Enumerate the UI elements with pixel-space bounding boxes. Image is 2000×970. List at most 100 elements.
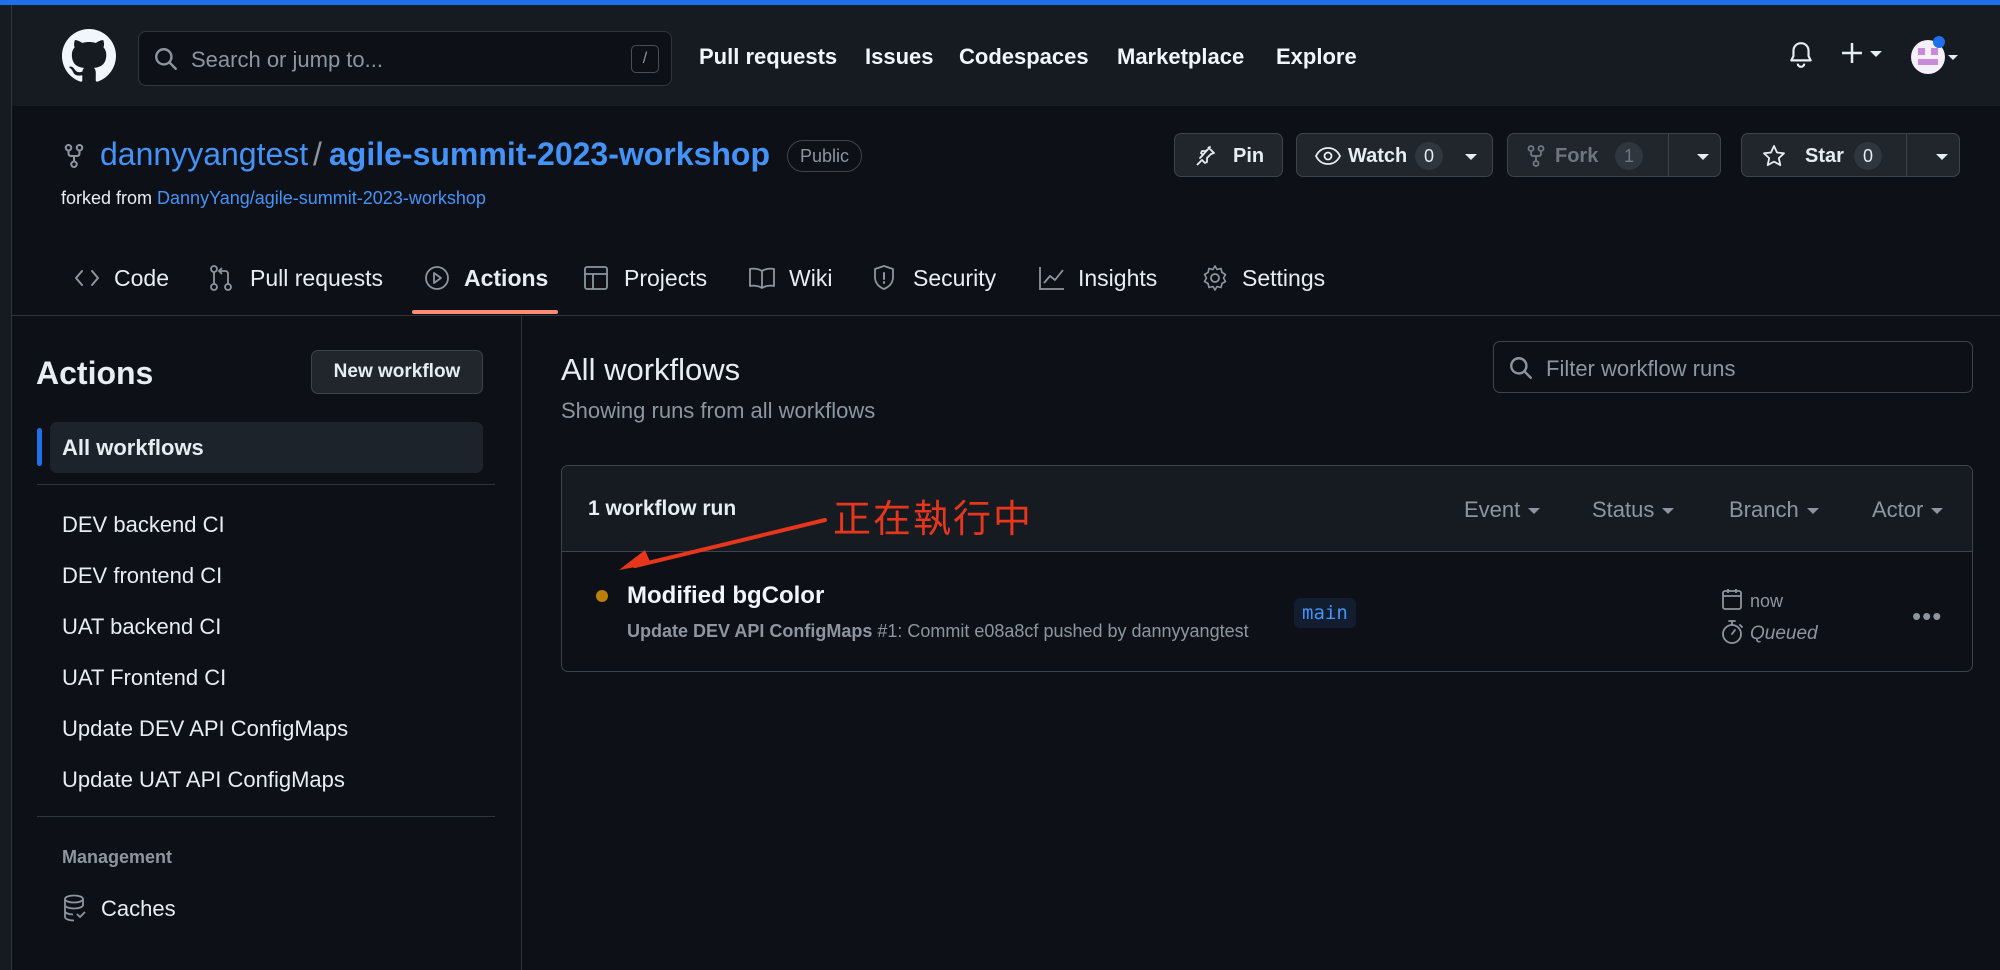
tabs-bottom-border	[12, 315, 2000, 316]
search-icon	[1508, 355, 1534, 381]
gear-icon	[1201, 264, 1229, 292]
new-workflow-button[interactable]: New workflow	[311, 350, 483, 394]
tab-security[interactable]: Security	[913, 265, 996, 292]
watch-label: Watch	[1348, 145, 1408, 167]
code-icon	[74, 266, 100, 290]
nav-pull-requests[interactable]: Pull requests	[699, 44, 837, 70]
book-icon	[748, 266, 776, 290]
shield-icon	[872, 264, 896, 292]
play-circle-icon	[424, 265, 450, 291]
annotation-label: 正在執行中	[833, 497, 1034, 541]
sidebar-workflow-item[interactable]: DEV frontend CI	[62, 563, 222, 589]
tab-code[interactable]: Code	[114, 265, 169, 292]
branch-filter-label: Branch	[1729, 497, 1799, 522]
chevron-down-icon	[1806, 508, 1819, 515]
star-button-group: Star 0	[1741, 133, 1960, 177]
sidebar-item-caches[interactable]: Caches	[101, 896, 176, 922]
branch-filter-dropdown[interactable]: Branch	[1729, 497, 1819, 523]
sidebar-workflow-item[interactable]: UAT Frontend CI	[62, 665, 226, 691]
stopwatch-icon	[1721, 619, 1743, 645]
repo-owner-link[interactable]: dannyyangtest	[100, 136, 308, 173]
sidebar-workflow-item[interactable]: UAT backend CI	[62, 614, 221, 640]
star-dropdown-caret[interactable]	[1936, 154, 1948, 160]
tab-settings[interactable]: Settings	[1242, 265, 1325, 292]
forked-from-link[interactable]: DannyYang/agile-summit-2023-workshop	[157, 188, 486, 208]
global-search-input[interactable]: Search or jump to... /	[138, 31, 672, 86]
database-icon	[62, 894, 86, 922]
run-time: now	[1750, 591, 1784, 611]
forked-from-label: forked from	[61, 188, 158, 208]
page-title: All workflows	[561, 352, 741, 387]
sidebar-workflow-item[interactable]: Update UAT API ConfigMaps	[62, 767, 345, 793]
actor-filter-dropdown[interactable]: Actor	[1872, 497, 1944, 523]
star-icon	[1762, 144, 1786, 168]
table-icon	[583, 265, 609, 291]
sidebar-item-label: All workflows	[62, 435, 204, 460]
watch-count: 0	[1415, 142, 1444, 170]
nav-explore[interactable]: Explore	[1276, 44, 1357, 70]
chevron-down-icon	[1528, 508, 1541, 515]
filter-placeholder: Filter workflow runs	[1546, 356, 1736, 381]
fork-count: 1	[1615, 142, 1644, 170]
status-filter-dropdown[interactable]: Status	[1592, 497, 1675, 523]
queued-status-dot	[596, 590, 608, 602]
fork-button-group: Fork 1	[1507, 133, 1721, 177]
star-label[interactable]: Star	[1805, 145, 1844, 168]
chevron-down-icon	[1931, 508, 1944, 515]
repo-forked-icon	[63, 143, 85, 169]
sidebar-active-indicator	[37, 428, 42, 466]
tab-insights[interactable]: Insights	[1078, 265, 1157, 292]
event-filter-dropdown[interactable]: Event	[1464, 497, 1541, 523]
visibility-badge: Public	[787, 140, 863, 172]
run-meta: Update DEV API ConfigMaps #1: Commit e08…	[627, 621, 1249, 642]
nav-issues[interactable]: Issues	[865, 44, 934, 70]
filter-workflow-runs-input[interactable]: Filter workflow runs	[1493, 341, 1973, 393]
search-placeholder: Search or jump to...	[191, 47, 383, 72]
tab-wiki[interactable]: Wiki	[789, 265, 832, 292]
actor-filter-label: Actor	[1872, 497, 1924, 522]
sidebar-management-heading: Management	[62, 847, 173, 867]
nav-codespaces[interactable]: Codespaces	[959, 44, 1089, 70]
create-new-dropdown[interactable]	[1840, 39, 1884, 69]
chevron-down-icon	[1662, 508, 1675, 515]
star-button-divider	[1906, 134, 1907, 176]
run-status: Queued	[1750, 623, 1818, 644]
notifications-bell-icon[interactable]	[1788, 41, 1814, 69]
tab-actions[interactable]: Actions	[464, 265, 548, 292]
pull-request-icon	[209, 264, 233, 292]
fork-icon	[1526, 144, 1546, 168]
run-more-options-icon[interactable]: •••	[1912, 601, 1942, 632]
active-tab-indicator	[412, 310, 558, 314]
nav-marketplace[interactable]: Marketplace	[1117, 44, 1244, 70]
calendar-icon	[1721, 587, 1743, 611]
repo-name-link[interactable]: agile-summit-2023-workshop	[329, 136, 770, 173]
run-title-link[interactable]: Modified bgColor	[627, 582, 824, 610]
eye-icon	[1315, 145, 1341, 167]
repo-path-separator: /	[313, 136, 322, 172]
user-avatar[interactable]	[1908, 35, 1960, 79]
sidebar-workflow-item[interactable]: DEV backend CI	[62, 512, 225, 538]
global-header: Search or jump to... / Pull requests Iss…	[12, 5, 2000, 106]
branch-label[interactable]: main	[1294, 598, 1356, 628]
forked-from-line: forked from DannyYang/agile-summit-2023-…	[61, 188, 486, 209]
sidebar-workflow-item[interactable]: Update DEV API ConfigMaps	[62, 716, 348, 742]
github-logo-icon[interactable]	[62, 29, 116, 83]
run-meta-detail: #1: Commit e08a8cf pushed by dannyyangte…	[872, 621, 1249, 641]
status-filter-label: Status	[1592, 497, 1655, 522]
annotation-arrow	[615, 514, 830, 574]
pin-label: Pin	[1233, 145, 1265, 167]
tab-pull-requests[interactable]: Pull requests	[250, 265, 383, 292]
tab-projects[interactable]: Projects	[624, 265, 707, 292]
fork-button-divider	[1668, 134, 1669, 176]
sidebar-separator	[37, 816, 495, 817]
sidebar-divider	[521, 316, 522, 970]
search-icon	[153, 46, 179, 72]
page-subtitle: Showing runs from all workflows	[561, 398, 876, 423]
fork-dropdown-caret[interactable]	[1697, 154, 1709, 160]
pin-button[interactable]: Pin	[1174, 133, 1283, 177]
fork-label: Fork	[1555, 145, 1599, 167]
watch-button[interactable]: Watch 0	[1296, 133, 1493, 177]
background-window-edge	[0, 5, 12, 970]
star-count: 0	[1854, 142, 1883, 170]
run-workflow-name: Update DEV API ConfigMaps	[627, 621, 873, 641]
